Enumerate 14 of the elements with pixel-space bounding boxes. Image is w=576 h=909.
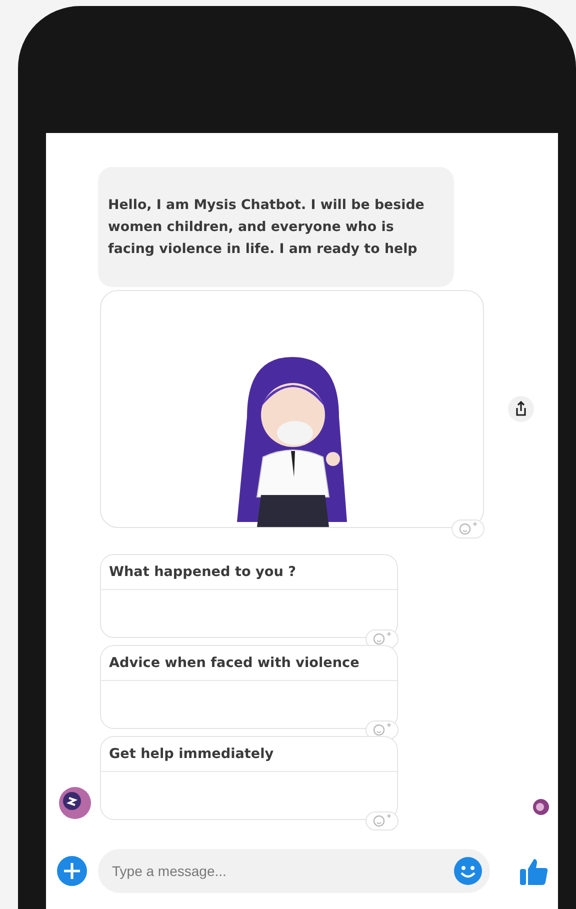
- share-icon[interactable]: [507, 395, 535, 423]
- bot-avatar: [58, 786, 92, 820]
- add-reaction-icon[interactable]: [365, 811, 399, 831]
- message-bubble: Hello, I am Mysis Chatbot. I will be beside women children, and everyone who is facing violence in life. I am ready to help: [98, 167, 454, 287]
- add-icon[interactable]: [56, 855, 88, 887]
- quick-reply-button[interactable]: Advice when faced with violence: [101, 646, 397, 681]
- message-field[interactable]: Type a message...: [98, 849, 490, 893]
- seen-avatar: [532, 798, 550, 816]
- emoji-icon[interactable]: [453, 856, 483, 886]
- add-reaction-icon[interactable]: [365, 629, 399, 649]
- quick-reply-button[interactable]: Get help immediately: [101, 737, 397, 772]
- quick-reply-button[interactable]: What happened to you ?: [101, 555, 397, 590]
- add-reaction-icon[interactable]: [365, 720, 399, 740]
- add-reaction-icon[interactable]: [451, 519, 485, 539]
